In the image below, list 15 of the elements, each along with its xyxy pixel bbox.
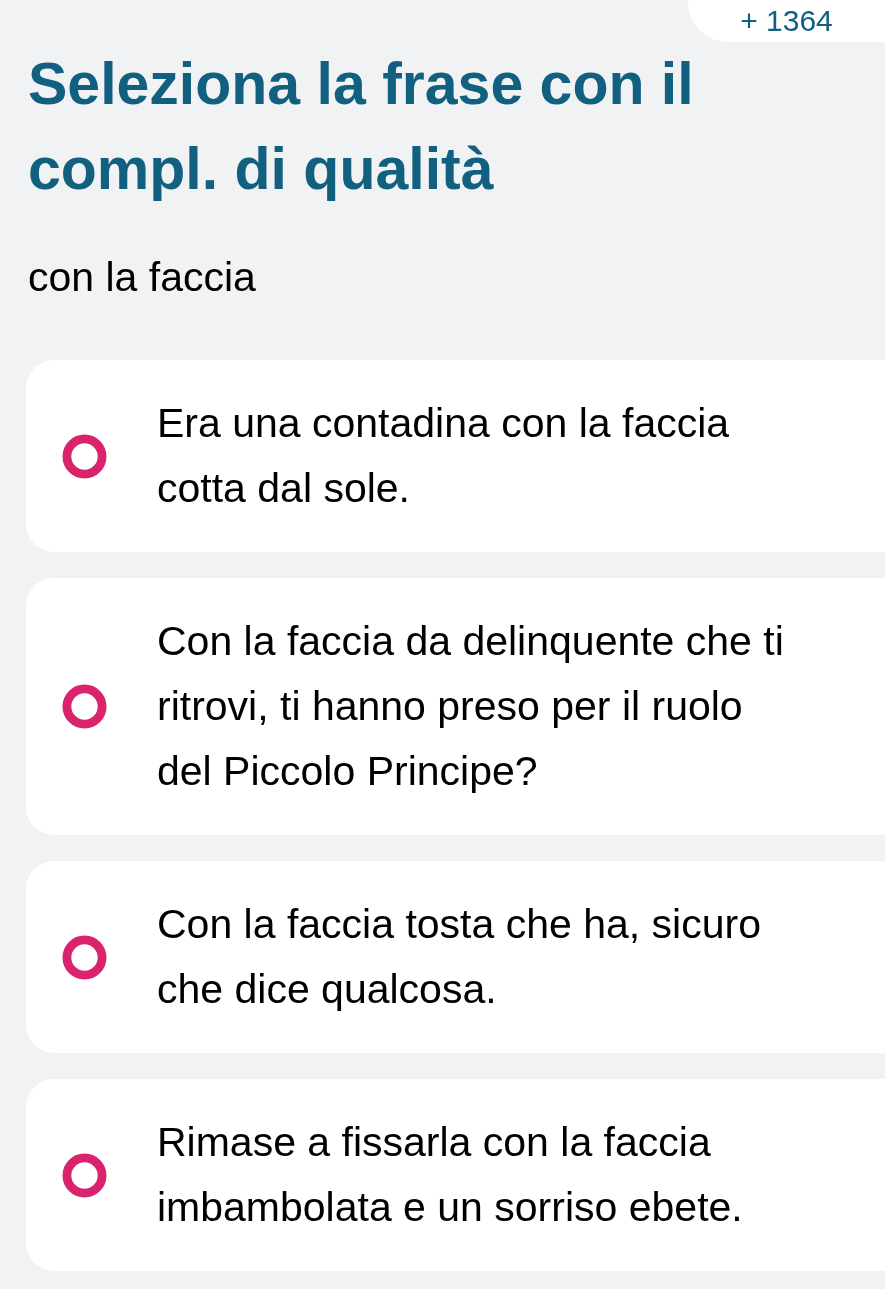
radio-icon[interactable] (62, 934, 107, 980)
answer-option[interactable]: Era una contadina con la faccia cotta dal sole. (26, 360, 885, 552)
option-text: Era una contadina con la faccia cotta dal sole. (157, 399, 731, 513)
radio-icon[interactable] (62, 684, 107, 729)
answer-option[interactable]: Con la faccia tosta che ha, sicuro che dice qualcosa. (26, 861, 885, 1053)
answer-option[interactable]: Rimase a fissarla con la faccia imbambolata e un sorriso ebete. (26, 1079, 885, 1271)
score-badge: + 1364 (688, 0, 885, 42)
answer-option[interactable]: Con la faccia da delinquente che ti ritrovi, ti hanno preso per il ruolo del Piccolo Principe? (26, 578, 885, 835)
option-text: Rimase a fissarla con la faccia imbambolata e un sorriso ebete. (157, 1118, 744, 1232)
option-text: Con la faccia da delinquente che ti ritrovi, ti hanno preso per il ruolo del Piccolo Principe? (157, 617, 785, 796)
radio-icon[interactable] (62, 433, 107, 479)
question-title: Seleziona la frase con il compl. di qualità (28, 50, 695, 204)
option-text: Con la faccia tosta che ha, sicuro che dice qualcosa. (157, 900, 762, 1014)
question-prompt: con la faccia (28, 253, 257, 302)
radio-icon[interactable] (62, 1152, 107, 1198)
